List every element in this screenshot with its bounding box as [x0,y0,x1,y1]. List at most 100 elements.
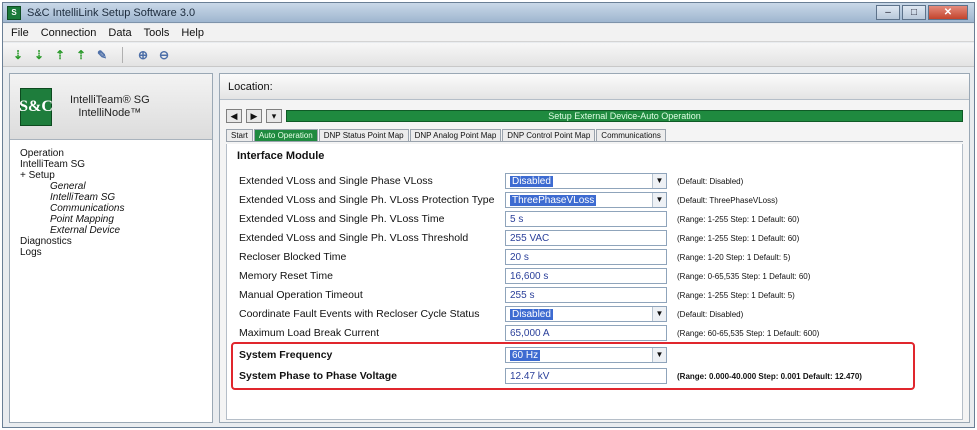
tree-item-intelliteam-sg[interactable]: IntelliTeam SG [20,159,212,170]
max-load-break-current-field[interactable]: 65,000 A [505,325,667,341]
main-panel: Location: ◀ ▶ ▾ Setup External Device-Au… [219,73,970,423]
field-value: 255 VAC [510,232,550,244]
setting-note: (Range: 1-255 Step: 1 Default: 60) [677,214,800,224]
forward-icon[interactable]: ▶ [246,109,262,123]
tree-item-diagnostics[interactable]: Diagnostics [20,236,212,247]
setting-row: System Phase to Phase Voltage 12.47 kV (… [239,367,959,385]
product-subname: IntelliNode™ [78,106,142,119]
window-title: S&C IntelliLink Setup Software 3.0 [27,6,196,19]
setting-row: Memory Reset Time 16,600 s (Range: 0-65,… [239,267,959,285]
setting-row: Maximum Load Break Current 65,000 A (Ran… [239,324,959,342]
pencil-icon[interactable]: ✎ [93,46,111,64]
phase-to-phase-voltage-field[interactable]: 12.47 kV [505,368,667,384]
settings-form: Interface Module Extended VLoss and Sing… [226,144,963,420]
tab-communications[interactable]: Communications [596,129,666,141]
setting-row: Recloser Blocked Time 20 s (Range: 1-20 … [239,248,959,266]
setting-label: Extended VLoss and Single Ph. VLoss Time [239,213,445,225]
menu-bar: File Connection Data Tools Help [3,24,974,42]
dropdown-value: 60 Hz [510,349,541,361]
zoom-in-icon[interactable]: ⊕ [134,46,152,64]
setting-note: (Range: 60-65,535 Step: 1 Default: 600) [677,328,820,338]
setting-row: Extended VLoss and Single Ph. VLoss Time… [239,210,959,228]
menu-connection[interactable]: Connection [41,27,97,39]
download-all-icon[interactable]: ⇣ [30,46,48,64]
menu-help[interactable]: Help [181,27,204,39]
toolbar: ⇣ ⇣ ⇡ ⇡ ✎ ⊕ ⊖ [3,43,974,67]
screen-list-icon[interactable]: ▾ [266,109,282,123]
toolbar-separator [122,46,123,63]
setting-label: Extended VLoss and Single Ph. VLoss Thre… [239,232,469,244]
setting-note: (Range: 1-20 Step: 1 Default: 5) [677,252,791,262]
manual-operation-timeout-field[interactable]: 255 s [505,287,667,303]
setting-label: Recloser Blocked Time [239,251,347,263]
zoom-out-icon[interactable]: ⊖ [155,46,173,64]
tree-item-setup[interactable]: + Setup [20,170,212,181]
screen-title-banner: Setup External Device-Auto Operation [286,110,963,122]
setting-row: Coordinate Fault Events with Recloser Cy… [239,305,959,323]
setting-note: (Default: Disabled) [677,309,744,319]
location-bar: Location: [220,74,969,100]
setting-note: (Default: Disabled) [677,176,744,186]
chevron-down-icon[interactable]: ▼ [652,174,666,188]
chevron-down-icon[interactable]: ▼ [652,307,666,321]
tab-auto-operation[interactable]: Auto Operation [253,129,318,141]
system-frequency-dropdown[interactable]: 60 Hz ▼ [505,347,667,363]
dropdown-value: Disabled [510,308,553,320]
setting-note: (Default: ThreePhaseVLoss) [677,195,778,205]
vloss-protection-type-dropdown[interactable]: ThreePhaseVLoss ▼ [505,192,667,208]
tab-start[interactable]: Start [226,129,253,141]
title-bar: S S&C IntelliLink Setup Software 3.0 – □… [3,3,974,23]
section-title: Interface Module [237,150,325,162]
coordinate-fault-events-dropdown[interactable]: Disabled ▼ [505,306,667,322]
navigation-panel: S&C IntelliTeam® SG IntelliNode™ Operati… [9,73,213,423]
menu-file[interactable]: File [11,27,29,39]
recloser-blocked-time-field[interactable]: 20 s [505,249,667,265]
chevron-down-icon[interactable]: ▼ [652,348,666,362]
upload-icon[interactable]: ⇡ [51,46,69,64]
memory-reset-time-field[interactable]: 16,600 s [505,268,667,284]
screen-navigation: ◀ ▶ ▾ Setup External Device-Auto Operati… [226,108,963,124]
location-label: Location: [228,80,273,93]
field-value: 12.47 kV [510,370,550,382]
app-window: S S&C IntelliLink Setup Software 3.0 – □… [2,2,975,428]
app-icon: S [7,5,21,20]
setting-label: Extended VLoss and Single Phase VLoss [239,175,433,187]
tab-dnp-status-point-map[interactable]: DNP Status Point Map [318,129,409,141]
setting-label: System Frequency [239,349,333,361]
setting-label: Manual Operation Timeout [239,289,363,301]
back-icon[interactable]: ◀ [226,109,242,123]
tree-item-external-device[interactable]: External Device [20,225,212,236]
tree-item-setup-intelliteam-sg[interactable]: IntelliTeam SG [20,192,212,203]
vloss-threshold-field[interactable]: 255 VAC [505,230,667,246]
extended-vloss-dropdown[interactable]: Disabled ▼ [505,173,667,189]
tree-item-logs[interactable]: Logs [20,247,212,258]
setting-note: (Range: 1-255 Step: 1 Default: 5) [677,290,795,300]
setting-row: Manual Operation Timeout 255 s (Range: 1… [239,286,959,304]
tab-dnp-analog-point-map[interactable]: DNP Analog Point Map [409,129,502,141]
vloss-time-field[interactable]: 5 s [505,211,667,227]
setting-label: Memory Reset Time [239,270,333,282]
setting-row: Extended VLoss and Single Ph. VLoss Thre… [239,229,959,247]
setting-note: (Range: 1-255 Step: 1 Default: 60) [677,233,800,243]
product-name: IntelliTeam® SG [70,93,150,106]
upload-all-icon[interactable]: ⇡ [72,46,90,64]
field-value: 65,000 A [510,327,550,339]
download-icon[interactable]: ⇣ [9,46,27,64]
field-value: 16,600 s [510,270,549,282]
tree-item-point-mapping[interactable]: Point Mapping [20,214,212,225]
setting-label: System Phase to Phase Voltage [239,370,397,382]
tree-item-operation[interactable]: Operation [20,148,212,159]
tree-item-general[interactable]: General [20,181,212,192]
dropdown-value: Disabled [510,175,553,187]
setting-note: (Range: 0-65,535 Step: 1 Default: 60) [677,271,811,281]
close-button[interactable]: ✕ [928,5,968,20]
setting-row: Extended VLoss and Single Ph. VLoss Prot… [239,191,959,209]
sc-logo: S&C [19,87,53,126]
minimize-button[interactable]: – [876,5,900,20]
tree-item-communications[interactable]: Communications [20,203,212,214]
menu-tools[interactable]: Tools [144,27,170,39]
menu-data[interactable]: Data [108,27,131,39]
tab-dnp-control-point-map[interactable]: DNP Control Point Map [502,129,596,141]
chevron-down-icon[interactable]: ▼ [652,193,666,207]
maximize-button[interactable]: □ [902,5,926,20]
